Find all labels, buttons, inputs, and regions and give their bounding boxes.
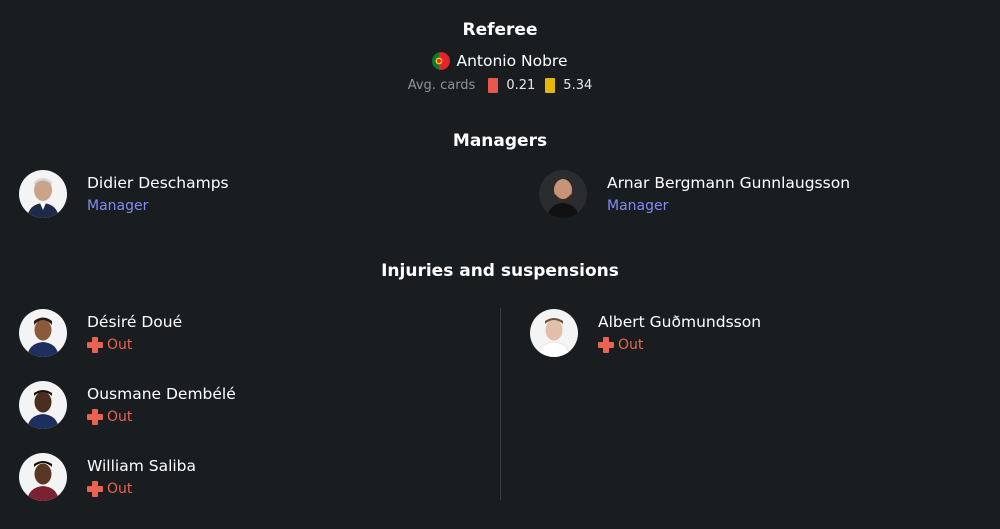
injured-player[interactable]: Désiré Doué Out xyxy=(19,309,182,357)
injured-player[interactable]: William Saliba Out xyxy=(19,453,196,501)
manager-role: Manager xyxy=(87,197,149,214)
portugal-flag-icon xyxy=(432,52,451,70)
avatar xyxy=(19,170,67,218)
avatar xyxy=(19,381,67,429)
manager-name: Arnar Bergmann Gunnlaugsson xyxy=(607,173,851,192)
referee-name[interactable]: Antonio Nobre xyxy=(456,52,567,70)
status-label: Out xyxy=(107,408,133,425)
status-badge: Out xyxy=(598,335,761,355)
medical-cross-icon xyxy=(598,336,614,353)
injured-player[interactable]: Albert Guðmundsson Out xyxy=(530,309,761,357)
match-info-panel: Referee Antonio Nobre Avg. cards 0.21 5.… xyxy=(0,0,1000,529)
manager-role: Manager xyxy=(607,197,669,214)
manager-away[interactable]: Arnar Bergmann Gunnlaugsson Manager xyxy=(539,170,850,218)
red-card-value: 0.21 xyxy=(506,78,536,93)
medical-cross-icon xyxy=(87,408,103,425)
avg-cards-row: Avg. cards 0.21 5.34 xyxy=(0,78,1000,93)
status-badge: Out xyxy=(87,479,196,499)
red-card-icon xyxy=(488,78,499,93)
player-name: William Saliba xyxy=(87,456,197,475)
injuries-title: Injuries and suspensions xyxy=(381,261,619,281)
managers-title: Managers xyxy=(452,131,548,151)
avatar xyxy=(530,309,578,357)
referee-title: Referee xyxy=(462,20,538,40)
status-badge: Out xyxy=(87,335,182,355)
status-label: Out xyxy=(107,480,133,497)
yellow-card-icon xyxy=(545,78,556,93)
player-name: Désiré Doué xyxy=(87,312,183,331)
status-label: Out xyxy=(618,336,644,353)
injured-player[interactable]: Ousmane Dembélé Out xyxy=(19,381,236,429)
column-divider xyxy=(500,308,501,500)
referee-row: Antonio Nobre xyxy=(0,52,1000,70)
player-name: Albert Guðmundsson xyxy=(598,312,762,331)
medical-cross-icon xyxy=(87,336,103,353)
avatar xyxy=(19,309,67,357)
yellow-card-value: 5.34 xyxy=(563,78,593,93)
avg-cards-label: Avg. cards xyxy=(407,78,476,93)
avatar xyxy=(539,170,587,218)
player-name: Ousmane Dembélé xyxy=(87,384,236,403)
status-badge: Out xyxy=(87,407,236,427)
manager-home[interactable]: Didier Deschamps Manager xyxy=(19,170,229,218)
manager-name: Didier Deschamps xyxy=(87,173,229,192)
avatar xyxy=(19,453,67,501)
status-label: Out xyxy=(107,336,133,353)
medical-cross-icon xyxy=(87,480,103,497)
